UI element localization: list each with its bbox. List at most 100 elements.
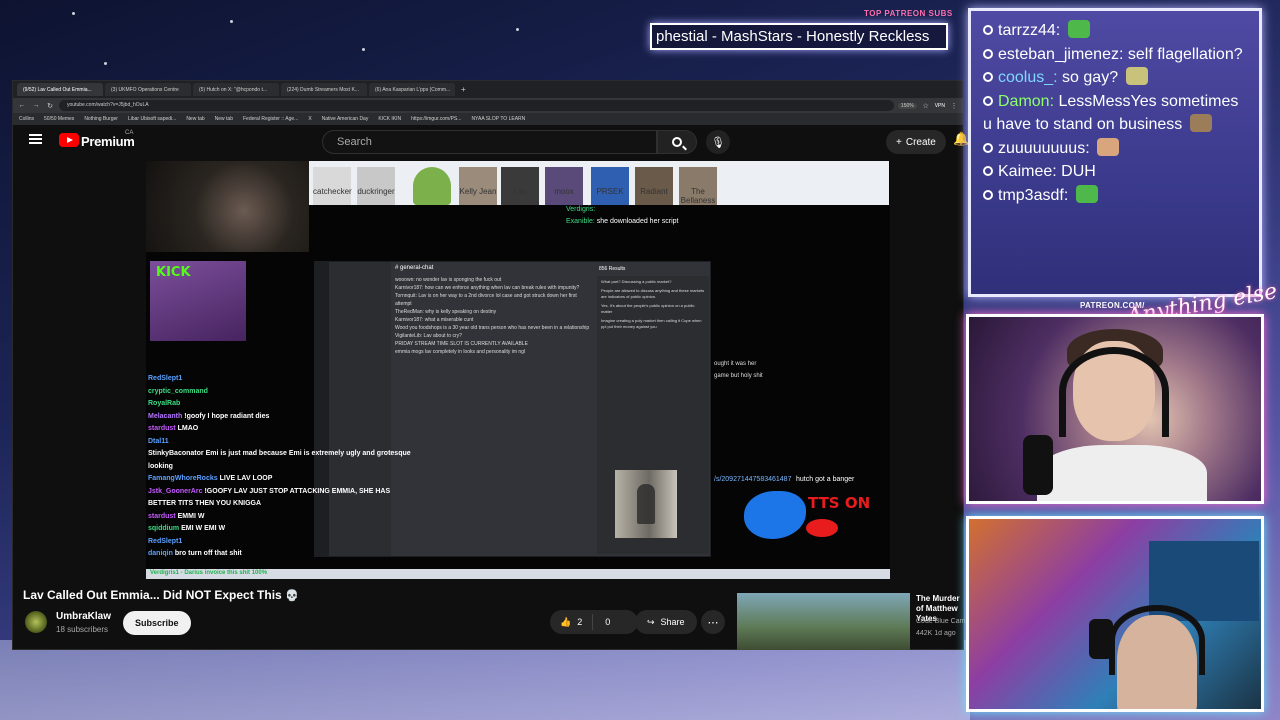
discord-message: Tornnquit: Lav is on her way to a 2nd di…: [395, 293, 577, 307]
overlay-chat-line: StinkyBaconator Emi is just mad because E…: [148, 448, 413, 473]
emote-image: PRSEK: [591, 167, 629, 205]
search-button[interactable]: [657, 130, 697, 154]
reload-icon[interactable]: ↻: [45, 102, 55, 110]
new-tab-icon[interactable]: +: [457, 85, 470, 94]
chat-username: zuuuuuuuus:: [998, 139, 1090, 157]
channel-name[interactable]: UmbraKlaw: [56, 611, 111, 622]
more-actions-icon[interactable]: ⋯: [701, 610, 725, 634]
emote-label: Lav: [513, 187, 527, 196]
back-icon[interactable]: ←: [17, 102, 27, 109]
chat-badge-icon: [983, 25, 993, 35]
browser-tab[interactable]: (9/52) Lav Called Out Emmia...: [17, 83, 103, 96]
overlay-chat-line: stardust EMMI W: [148, 511, 413, 524]
browser-tab[interactable]: (3) UKMFO Operations Centre: [105, 83, 191, 96]
chat-text: self flagellation?: [1127, 45, 1243, 63]
region-code: CA: [125, 130, 134, 136]
discord-message: VigilanteLib: Lav about to cry?: [395, 333, 462, 339]
overlay-chat-user: StinkyBaconator: [148, 450, 204, 457]
star-decoration: [362, 48, 365, 51]
patreon-subs-label: TOP PATREON SUBS: [864, 9, 953, 18]
search-result: People are allowed to discuss anything a…: [601, 288, 705, 299]
webcam-shirt: [1037, 445, 1207, 501]
taskbar-text: Verdigris1 - Darius invoice this shit 10…: [150, 570, 268, 576]
create-button[interactable]: + Create: [886, 130, 946, 154]
like-button[interactable]: 👍 2: [550, 614, 594, 630]
microphone-icon[interactable]: 🎙: [706, 130, 730, 154]
thumbs-up-icon: 👍: [560, 616, 572, 627]
overlay-chat-text: EMMI W: [177, 512, 205, 520]
overlay-chat-line: Jstk_GoonerArc !GOOFY LAV JUST STOP ATTAC…: [148, 486, 413, 511]
chat-badge-icon: [983, 95, 993, 106]
emote-label: catchecker: [313, 187, 352, 196]
suggested-video-thumbnail[interactable]: [737, 593, 910, 650]
hamburger-menu-icon[interactable]: [29, 134, 42, 144]
right-chat-user: Exanible:: [566, 218, 595, 225]
video-side-text: game but holy shit: [714, 373, 763, 379]
overlay-chat-user: stardust: [148, 512, 176, 520]
microphone-icon: [1023, 435, 1053, 495]
subscribe-button[interactable]: Subscribe: [123, 611, 191, 635]
browser-tab[interactable]: (224) Dumb Streamers Most K...: [281, 83, 367, 96]
video-player[interactable]: catchecker duckringer Kelly Jean Lav moo…: [146, 161, 890, 579]
bookmark-item[interactable]: New tab: [215, 116, 233, 122]
video-hutch-text: hutch got a banger: [796, 476, 855, 483]
chat-username: esteban_jimenez:: [998, 45, 1124, 63]
background-hill: [0, 640, 970, 720]
forward-icon[interactable]: →: [31, 102, 41, 109]
discord-message: TheRedMan: why is kelly speaking on dest…: [395, 309, 497, 315]
chat-username: Damon:: [998, 92, 1055, 110]
chat-username: Kaimee:: [998, 163, 1057, 180]
menu-icon[interactable]: ⋮: [949, 102, 959, 110]
emote-image: Kelly Jean: [459, 167, 497, 205]
url-input[interactable]: youtube.com/watch?v=J5jbd_hOuLA: [59, 100, 894, 111]
chat-badge-icon: [983, 72, 993, 82]
chat-username: tmp3asdf:: [998, 186, 1069, 204]
bookmark-item[interactable]: Nothing Burger: [84, 116, 118, 122]
overlay-chat-line: cryptic_command: [148, 386, 413, 399]
overlay-chat-line: RedSlept1: [148, 373, 413, 386]
bookmark-item[interactable]: https://imgur.com/PS...: [411, 116, 461, 122]
overlay-chat-line: sqiddium EMI W EMI W: [148, 523, 413, 536]
right-chat-line: Verdigris:: [566, 204, 886, 216]
bookmark-item[interactable]: Federal Register :: Age...: [243, 116, 298, 122]
bookmark-item[interactable]: X: [308, 116, 311, 122]
vpn-badge[interactable]: VPN: [935, 103, 945, 109]
like-count: 2: [577, 617, 583, 627]
browser-tab[interactable]: (6) Ana Kasparian L'pps (Comm...: [369, 83, 455, 96]
notification-bell-icon[interactable]: 🔔: [953, 131, 969, 147]
overlay-chat-user: sqiddium: [148, 525, 180, 532]
channel-avatar[interactable]: [25, 611, 47, 633]
create-label: Create: [905, 136, 936, 148]
zoom-level-badge[interactable]: 150%: [897, 102, 917, 109]
youtube-brand[interactable]: Premium: [81, 134, 135, 149]
emote-image: moox: [545, 167, 583, 205]
chat-message: Damon: LessMessYes sometimes u have to s…: [971, 90, 1259, 137]
share-button[interactable]: ↪ Share: [635, 610, 697, 634]
bookmark-star-icon[interactable]: ☆: [921, 102, 931, 110]
headphones-icon: [1109, 605, 1205, 675]
bookmark-item[interactable]: Libar Ubisoft sapedi...: [128, 116, 176, 122]
overlay-chat-user: Dtal11: [148, 437, 169, 445]
emote-strip: catchecker duckringer Kelly Jean Lav moo…: [309, 161, 889, 205]
discord-message: PRIDAY STREAM TIME SLOT IS CURRENTLY AVA…: [395, 341, 528, 347]
bookmark-item[interactable]: New tab: [186, 116, 204, 122]
search-input[interactable]: [323, 131, 656, 153]
star-decoration: [230, 20, 233, 23]
bookmark-item[interactable]: Native American Day: [322, 116, 369, 122]
dislike-button[interactable]: 0: [593, 617, 610, 627]
bookmark-item[interactable]: 50/50 Memes: [44, 116, 74, 122]
discord-message: Karnivor187: how can we enforce anything…: [395, 285, 580, 291]
emote-image: Radiant: [635, 167, 673, 205]
youtube-logo-icon[interactable]: [59, 133, 79, 147]
bookmark-item[interactable]: Collins: [19, 116, 34, 122]
discord-message: Wood you foodshops is a 30 year old tran…: [395, 325, 590, 331]
overlay-chat-line: RoyalRab: [148, 398, 413, 411]
bookmark-item[interactable]: KICK IKIN: [378, 116, 401, 122]
discord-messages: wooown: no wonder lav is sponging the fu…: [395, 276, 590, 356]
overlay-chat-user: RoyalRab: [148, 400, 181, 407]
video-title-text: Lav Called Out Emmia... Did NOT Expect T…: [23, 588, 282, 602]
bookmark-item[interactable]: NYAA SLOP TO LEARN: [471, 116, 525, 122]
tts-bird-icon: [744, 491, 806, 539]
browser-tab[interactable]: (5) Hutch on X: "@hcpondo t...: [193, 83, 279, 96]
suggested-video-meta: 442K 1d ago: [916, 630, 956, 637]
